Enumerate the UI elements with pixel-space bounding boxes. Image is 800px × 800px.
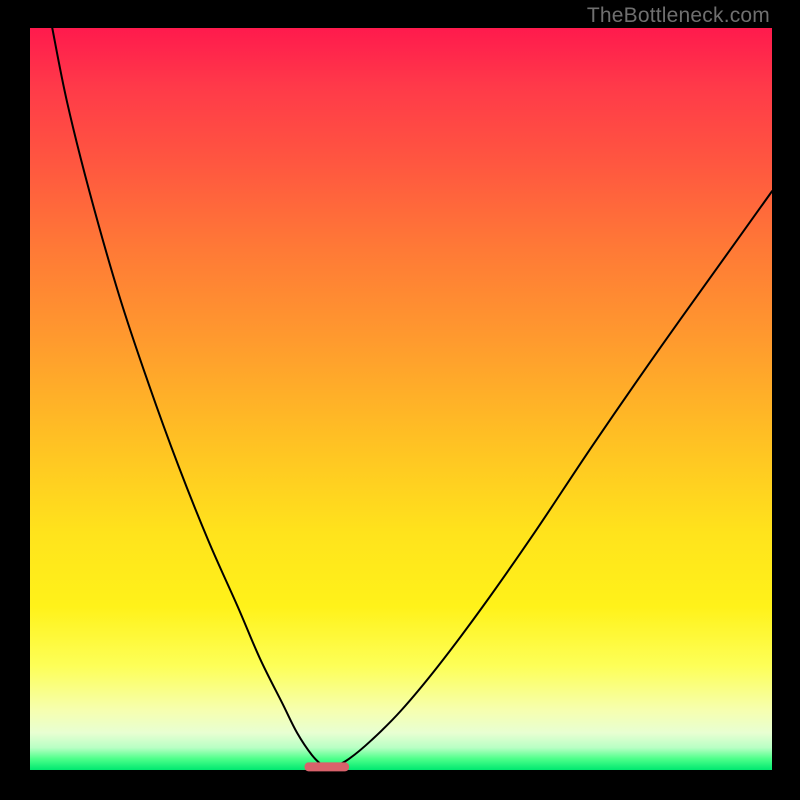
curve-left (52, 28, 327, 770)
curve-right (327, 191, 772, 770)
min-marker (305, 762, 350, 771)
chart-frame: TheBottleneck.com (0, 0, 800, 800)
plot-area (30, 28, 772, 770)
watermark-text: TheBottleneck.com (587, 4, 770, 28)
curve-layer (30, 28, 772, 770)
